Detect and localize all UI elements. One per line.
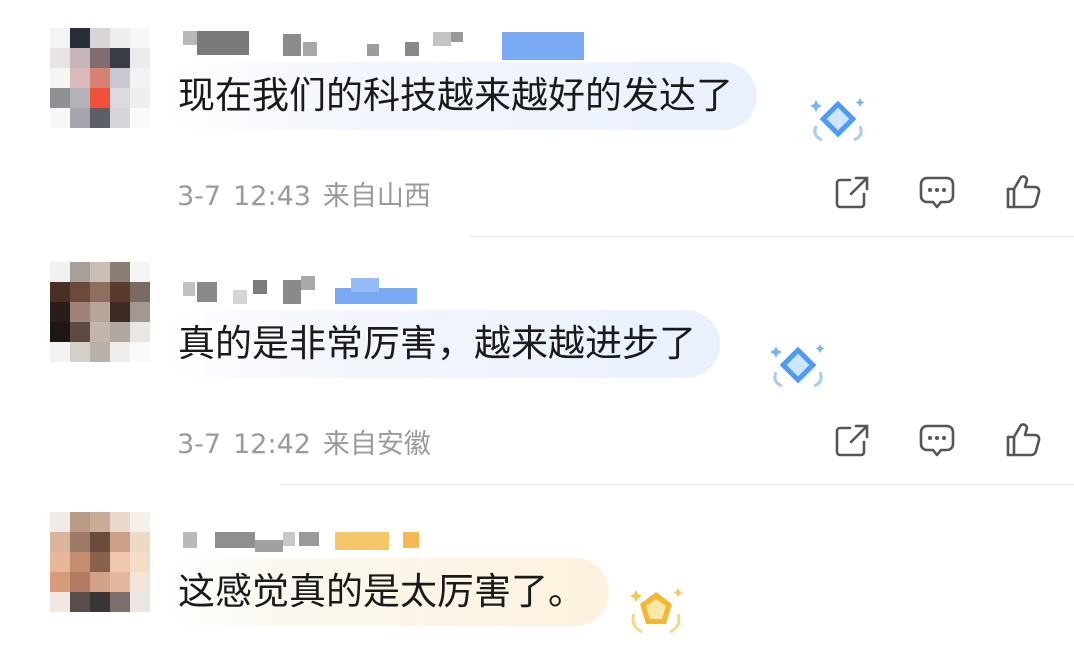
gold-badge-icon: [626, 586, 686, 638]
comment-item: 这感觉真的是太厉害了。: [0, 0, 1074, 670]
comment-text: 这感觉真的是太厉害了。: [178, 570, 585, 613]
comment-bubble: 这感觉真的是太厉害了。: [160, 558, 609, 626]
nickname-pixelated[interactable]: [183, 522, 423, 556]
avatar[interactable]: [50, 512, 150, 612]
